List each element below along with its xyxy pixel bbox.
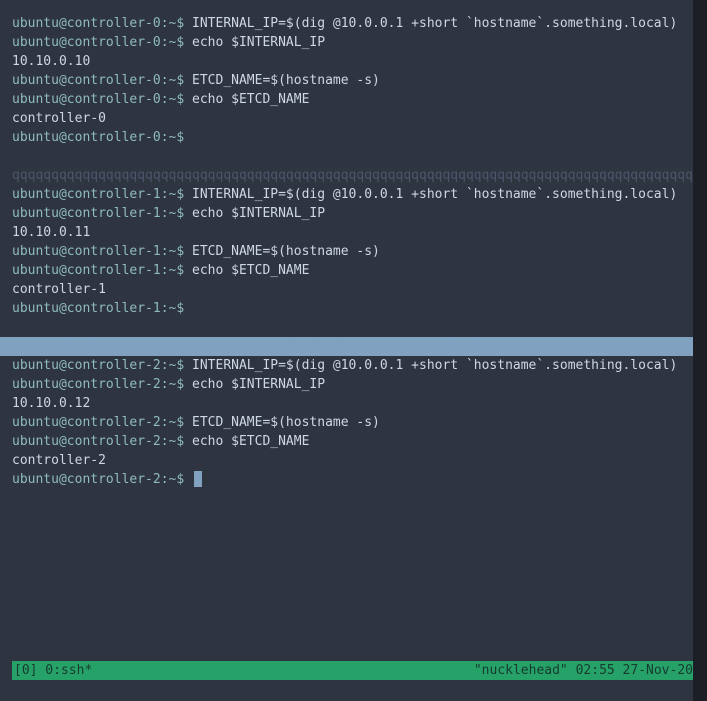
shell-command: echo $INTERNAL_IP bbox=[192, 206, 325, 221]
shell-command: ETCD_NAME=$(hostname -s) bbox=[192, 415, 380, 430]
terminal-line: ubuntu@controller-2:~$ echo $ETCD_NAME bbox=[12, 432, 695, 451]
terminal-window[interactable]: ubuntu@controller-0:~$ INTERNAL_IP=$(dig… bbox=[0, 0, 707, 701]
shell-prompt: ubuntu@controller-2:~$ bbox=[12, 472, 184, 487]
shell-prompt: ubuntu@controller-0:~$ bbox=[12, 130, 184, 145]
shell-output: controller-0 bbox=[12, 109, 695, 128]
shell-command: echo $INTERNAL_IP bbox=[192, 377, 325, 392]
shell-prompt: ubuntu@controller-1:~$ bbox=[12, 263, 184, 278]
terminal-line: ubuntu@controller-2:~$ INTERNAL_IP=$(dig… bbox=[12, 356, 695, 375]
tmux-pane-1[interactable]: ubuntu@controller-1:~$ INTERNAL_IP=$(dig… bbox=[12, 185, 695, 318]
shell-command: echo $ETCD_NAME bbox=[192, 263, 309, 278]
shell-command: INTERNAL_IP=$(dig @10.0.0.1 +short `host… bbox=[192, 16, 677, 31]
tmux-status-bar[interactable]: [0] 0:ssh* "nucklehead" 02:55 27-Nov-20 bbox=[12, 661, 695, 680]
shell-command: echo $ETCD_NAME bbox=[192, 434, 309, 449]
terminal-line: ubuntu@controller-1:~$ echo $INTERNAL_IP bbox=[12, 204, 695, 223]
pane-divider-inactive[interactable]: qqqqqqqqqqqqqqqqqqqqqqqqqqqqqqqqqqqqqqqq… bbox=[12, 166, 695, 185]
shell-prompt: ubuntu@controller-2:~$ bbox=[12, 377, 184, 392]
shell-prompt: ubuntu@controller-2:~$ bbox=[12, 358, 184, 373]
status-left: [0] 0:ssh* bbox=[14, 661, 92, 680]
tmux-pane-0[interactable]: ubuntu@controller-0:~$ INTERNAL_IP=$(dig… bbox=[12, 14, 695, 147]
terminal-line: ubuntu@controller-1:~$ INTERNAL_IP=$(dig… bbox=[12, 185, 695, 204]
terminal-line: ubuntu@controller-1:~$ bbox=[12, 299, 695, 318]
blank-line bbox=[12, 318, 695, 337]
terminal-line: ubuntu@controller-2:~$ bbox=[12, 470, 695, 489]
terminal-line: ubuntu@controller-1:~$ ETCD_NAME=$(hostn… bbox=[12, 242, 695, 261]
shell-command: echo $ETCD_NAME bbox=[192, 92, 309, 107]
shell-prompt: ubuntu@controller-0:~$ bbox=[12, 35, 184, 50]
terminal-line: ubuntu@controller-2:~$ echo $INTERNAL_IP bbox=[12, 375, 695, 394]
terminal-line: ubuntu@controller-0:~$ bbox=[12, 128, 695, 147]
blank-line bbox=[12, 147, 695, 166]
shell-prompt: ubuntu@controller-1:~$ bbox=[12, 301, 184, 316]
shell-output: 10.10.0.11 bbox=[12, 223, 695, 242]
terminal-line: ubuntu@controller-1:~$ echo $ETCD_NAME bbox=[12, 261, 695, 280]
shell-prompt: ubuntu@controller-0:~$ bbox=[12, 92, 184, 107]
shell-output: 10.10.0.12 bbox=[12, 394, 695, 413]
shell-prompt: ubuntu@controller-2:~$ bbox=[12, 415, 184, 430]
terminal-line: ubuntu@controller-0:~$ INTERNAL_IP=$(dig… bbox=[12, 14, 695, 33]
scrollbar[interactable] bbox=[693, 0, 707, 701]
shell-prompt: ubuntu@controller-0:~$ bbox=[12, 73, 184, 88]
shell-prompt: ubuntu@controller-0:~$ bbox=[12, 16, 184, 31]
shell-prompt: ubuntu@controller-1:~$ bbox=[12, 244, 184, 259]
shell-command: INTERNAL_IP=$(dig @10.0.0.1 +short `host… bbox=[192, 187, 677, 202]
terminal-line: ubuntu@controller-0:~$ echo $INTERNAL_IP bbox=[12, 33, 695, 52]
shell-command: ETCD_NAME=$(hostname -s) bbox=[192, 73, 380, 88]
shell-output: controller-1 bbox=[12, 280, 695, 299]
shell-prompt: ubuntu@controller-1:~$ bbox=[12, 187, 184, 202]
cursor-icon bbox=[194, 471, 202, 487]
shell-output: controller-2 bbox=[12, 451, 695, 470]
shell-prompt: ubuntu@controller-2:~$ bbox=[12, 434, 184, 449]
shell-command: echo $INTERNAL_IP bbox=[192, 35, 325, 50]
shell-command: ETCD_NAME=$(hostname -s) bbox=[192, 244, 380, 259]
shell-prompt: ubuntu@controller-1:~$ bbox=[12, 206, 184, 221]
terminal-line: ubuntu@controller-2:~$ ETCD_NAME=$(hostn… bbox=[12, 413, 695, 432]
status-right: "nucklehead" 02:55 27-Nov-20 bbox=[474, 661, 693, 680]
terminal-line: ubuntu@controller-0:~$ ETCD_NAME=$(hostn… bbox=[12, 71, 695, 90]
terminal-line: ubuntu@controller-0:~$ echo $ETCD_NAME bbox=[12, 90, 695, 109]
pane-divider-active[interactable]: qqqqqqqqqqqqqqqqqqqqqqqqqqqqqqqqqqqqqqqq… bbox=[0, 337, 707, 356]
tmux-pane-2[interactable]: ubuntu@controller-2:~$ INTERNAL_IP=$(dig… bbox=[12, 356, 695, 489]
shell-output: 10.10.0.10 bbox=[12, 52, 695, 71]
shell-command: INTERNAL_IP=$(dig @10.0.0.1 +short `host… bbox=[192, 358, 677, 373]
